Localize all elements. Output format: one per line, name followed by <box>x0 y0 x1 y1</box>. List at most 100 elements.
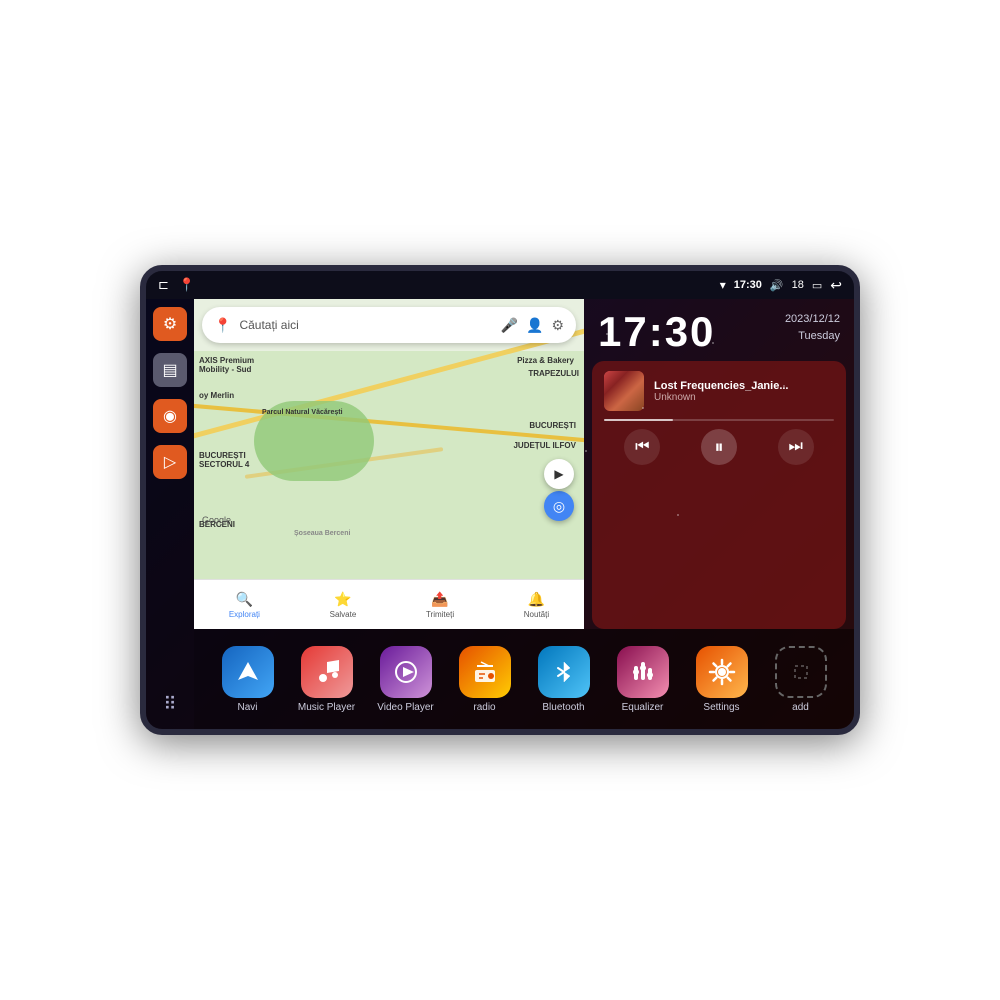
explore-label: Explorați <box>229 610 260 619</box>
app-radio[interactable]: radio <box>453 646 517 713</box>
settings-icon <box>696 646 748 698</box>
start-nav-btn[interactable]: ▶ <box>544 459 574 489</box>
video-player-label: Video Player <box>377 702 434 713</box>
sidebar-files-btn[interactable]: ▤ <box>153 353 187 387</box>
app-add[interactable]: add <box>769 646 833 713</box>
map-label-parc: Parcul Natural Văcărești <box>262 409 343 416</box>
news-label: Noutăți <box>524 610 549 619</box>
add-icon <box>775 646 827 698</box>
news-icon: 🔔 <box>528 591 545 608</box>
equalizer-icon <box>617 646 669 698</box>
map-area[interactable]: 📍 Căutați aici 🎤 👤 ⚙ <box>194 299 584 629</box>
map-label-trap: TRAPEZULUI <box>528 369 579 378</box>
map-search-text: Căutați aici <box>239 318 492 332</box>
next-icon: ⏭ <box>788 438 802 456</box>
map-search-bar[interactable]: 📍 Căutați aici 🎤 👤 ⚙ <box>202 307 576 343</box>
map-background: AXIS PremiumMobility - Sud Pizza & Baker… <box>194 351 584 579</box>
fake-map: 📍 Căutați aici 🎤 👤 ⚙ <box>194 299 584 629</box>
map-label-buc: BUCUREȘTI <box>529 421 576 430</box>
files-sidebar-icon: ▤ <box>162 360 177 380</box>
back-icon[interactable]: ↩ <box>830 277 842 294</box>
map-tab-saved[interactable]: ⭐ Salvate <box>330 591 357 619</box>
clock-date: 2023/12/12 Tuesday <box>785 311 840 344</box>
account-icon[interactable]: 👤 <box>526 317 543 334</box>
google-maps-icon: 📍 <box>214 317 231 334</box>
status-time: 17:30 <box>734 279 762 291</box>
clock-area: 17:30 2023/12/12 Tuesday <box>584 299 854 361</box>
settings-app-label: Settings <box>703 702 739 713</box>
clock-day-value: Tuesday <box>785 328 840 345</box>
play-pause-btn[interactable]: ⏸ <box>701 429 737 465</box>
explore-icon: 🔍 <box>236 591 253 608</box>
app-equalizer[interactable]: Equalizer <box>611 646 675 713</box>
map-bottom-bar: 🔍 Explorați ⭐ Salvate 📤 Trimiteți <box>194 579 584 629</box>
grid-icon: ⠿ <box>163 694 176 715</box>
battery-num: 18 <box>792 279 804 291</box>
top-row: 📍 Căutați aici 🎤 👤 ⚙ <box>194 299 854 629</box>
add-label: add <box>792 702 809 713</box>
play-pause-icon: ⏸ <box>714 437 723 458</box>
my-location-btn[interactable]: ◎ <box>544 491 574 521</box>
prev-track-btn[interactable]: ⏮ <box>624 429 660 465</box>
clock-time: 17:30 <box>598 311 715 353</box>
music-controls: ⏮ ⏸ ⏭ <box>604 429 834 465</box>
prev-icon: ⏮ <box>635 438 649 456</box>
right-panel: 17:30 2023/12/12 Tuesday <box>584 299 854 629</box>
app-navi[interactable]: Navi <box>216 646 280 713</box>
album-art <box>604 371 644 411</box>
sidebar-grid-btn[interactable]: ⠿ <box>153 687 187 721</box>
home-status-icon[interactable]: ⊏ <box>158 277 169 293</box>
map-status-icon[interactable]: 📍 <box>179 277 195 293</box>
music-progress-fill <box>604 419 673 421</box>
settings-map-icon[interactable]: ⚙ <box>551 317 564 334</box>
map-label-ilfov: JUDEȚUL ILFOV <box>513 441 576 450</box>
map-tab-explore[interactable]: 🔍 Explorați <box>229 591 260 619</box>
saved-label: Salvate <box>330 610 357 619</box>
music-player-label: Music Player <box>298 702 355 713</box>
voice-search-icon[interactable]: 🎤 <box>501 317 518 334</box>
music-text: Lost Frequencies_Janie... Unknown <box>654 380 834 403</box>
status-bar: ⊏ 📍 ▾ 17:30 🔊 18 ▭ ↩ <box>146 271 854 299</box>
status-left: ⊏ 📍 <box>158 277 195 293</box>
app-music-player[interactable]: Music Player <box>295 646 359 713</box>
music-info-row: Lost Frequencies_Janie... Unknown <box>604 371 834 411</box>
album-art-image <box>604 371 644 411</box>
navi-icon <box>222 646 274 698</box>
volume-icon: 🔊 <box>770 279 784 292</box>
google-label: Google <box>202 515 231 525</box>
saved-icon: ⭐ <box>334 591 351 608</box>
music-widget: Lost Frequencies_Janie... Unknown ⏮ <box>592 361 846 629</box>
next-track-btn[interactable]: ⏭ <box>778 429 814 465</box>
settings-sidebar-icon: ⚙ <box>163 314 177 334</box>
map-container[interactable]: 📍 Căutați aici 🎤 👤 ⚙ <box>194 299 584 629</box>
device-frame: ⊏ 📍 ▾ 17:30 🔊 18 ▭ ↩ ⚙ <box>140 265 860 735</box>
nav-sidebar-icon: ▷ <box>164 452 176 472</box>
map-label-sectorul: BUCUREȘTISECTORUL 4 <box>199 451 249 469</box>
music-title: Lost Frequencies_Janie... <box>654 380 834 392</box>
app-bluetooth[interactable]: Bluetooth <box>532 646 596 713</box>
main-content: ⚙ ▤ ◉ ▷ ⠿ <box>146 299 854 729</box>
center-area: 📍 Căutați aici 🎤 👤 ⚙ <box>194 299 854 729</box>
battery-icon: ▭ <box>812 279 822 292</box>
app-video-player[interactable]: Video Player <box>374 646 438 713</box>
wifi-icon: ▾ <box>720 278 726 292</box>
map-tab-send[interactable]: 📤 Trimiteți <box>426 591 454 619</box>
music-progress-bar[interactable] <box>604 419 834 421</box>
equalizer-label: Equalizer <box>622 702 664 713</box>
sidebar: ⚙ ▤ ◉ ▷ ⠿ <box>146 299 194 729</box>
bluetooth-icon <box>538 646 590 698</box>
music-player-icon <box>301 646 353 698</box>
status-right: ▾ 17:30 🔊 18 ▭ ↩ <box>720 277 842 294</box>
clock-date-value: 2023/12/12 <box>785 311 840 328</box>
app-settings[interactable]: Settings <box>690 646 754 713</box>
sidebar-settings-btn[interactable]: ⚙ <box>153 307 187 341</box>
sidebar-nav-btn[interactable]: ▷ <box>153 445 187 479</box>
send-icon: 📤 <box>431 591 448 608</box>
video-player-icon <box>380 646 432 698</box>
map-label-pizza: Pizza & Bakery <box>517 356 574 365</box>
apps-bar: Navi Music Player Video Player <box>194 629 854 729</box>
sidebar-location-btn[interactable]: ◉ <box>153 399 187 433</box>
map-label-sosea: Șoseaua Berceni <box>294 530 350 537</box>
map-tab-news[interactable]: 🔔 Noutăți <box>524 591 549 619</box>
map-label-merlin: oy Merlin <box>199 391 234 400</box>
